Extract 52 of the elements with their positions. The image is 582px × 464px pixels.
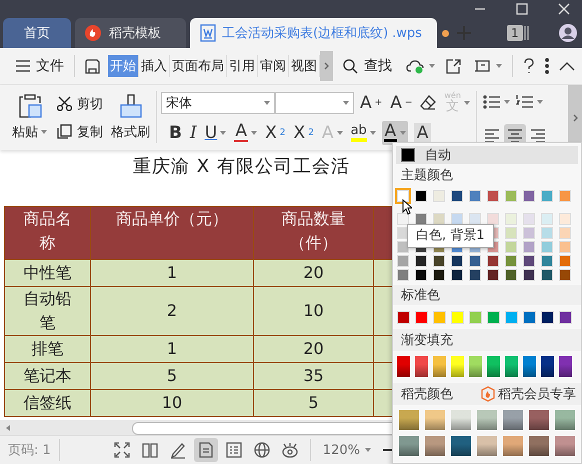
table-cell: 20 <box>254 260 374 286</box>
table-cell: 1 <box>90 336 254 362</box>
superscript-button[interactable]: X $^{2}$ <box>263 120 288 144</box>
table-cell: 20 <box>254 336 374 362</box>
zoom-dropdown[interactable]: 120% <box>322 442 371 458</box>
home-tab[interactable]: 首页 <box>3 18 71 48</box>
ribbon-tab[interactable]: 页面布局 <box>170 55 227 77</box>
bold-button[interactable]: B <box>167 120 184 144</box>
table-cell: 信签纸 <box>4 390 90 416</box>
tooltip: 白色, 背景1 <box>407 224 494 248</box>
table-cell: 5 <box>90 362 254 390</box>
section-label: 标准色 <box>393 285 581 305</box>
character-shading-button[interactable]: A <box>412 120 434 144</box>
font-color-button[interactable]: A <box>382 120 408 144</box>
strikethrough-button[interactable]: A <box>232 120 260 144</box>
document-title: 重庆渝 X 有限公司工会活 <box>133 155 350 178</box>
italic-button[interactable]: I <box>188 120 199 144</box>
table-cell: 10 <box>254 286 374 336</box>
underline-button[interactable]: U <box>202 120 228 144</box>
table-cell: 5 <box>254 390 374 416</box>
table-cell: 2 <box>90 286 254 336</box>
format-painter-button[interactable]: 格式刷 <box>109 85 152 150</box>
ribbon-tab[interactable]: 引用 <box>227 55 258 77</box>
window-count[interactable]: 1 <box>507 25 523 41</box>
table-cell: 自动铅笔 <box>4 286 90 336</box>
header-cell: 商品数量（件） <box>254 206 374 260</box>
search-button[interactable]: 查找 <box>341 55 394 77</box>
font-name-field[interactable]: 宋体 <box>161 92 275 114</box>
header-cell: 商品名称 <box>4 206 90 260</box>
cut-button[interactable]: 剪切 <box>57 92 103 114</box>
ribbon-tab[interactable]: 审阅 <box>258 55 289 77</box>
automatic-color-item[interactable]: 自动 <box>396 146 578 164</box>
template-tab[interactable]: 稻壳模板 <box>75 18 186 48</box>
copy-button[interactable]: 复制 <box>57 120 103 142</box>
section-label: 主题颜色 <box>400 167 454 185</box>
table-cell: 中性笔 <box>4 260 90 286</box>
paste-button[interactable]: 粘贴 <box>10 85 49 150</box>
highlight-button[interactable]: ab <box>348 120 378 144</box>
table-cell: 35 <box>254 362 374 390</box>
shrink-font-button[interactable]: A $^{−}$ <box>388 90 414 114</box>
section-label: 稻壳颜色 <box>401 386 453 403</box>
ribbon-tab[interactable]: 插入 <box>139 55 170 77</box>
table-cell: 笔记本 <box>4 362 90 390</box>
grow-font-button[interactable]: A $^{+}$ <box>358 90 384 114</box>
table-cell: 10 <box>90 390 254 416</box>
header-cell: 商品单价（元） <box>90 206 254 260</box>
table-cell: 1 <box>90 260 254 286</box>
section-label: 渐变填充 <box>393 329 581 351</box>
page-number: 页码: 1 <box>8 442 51 459</box>
file-menu[interactable]: 文件 <box>14 55 66 77</box>
table-cell: 排笔 <box>4 336 90 362</box>
member-label: 稻壳会员专享 <box>498 386 576 403</box>
